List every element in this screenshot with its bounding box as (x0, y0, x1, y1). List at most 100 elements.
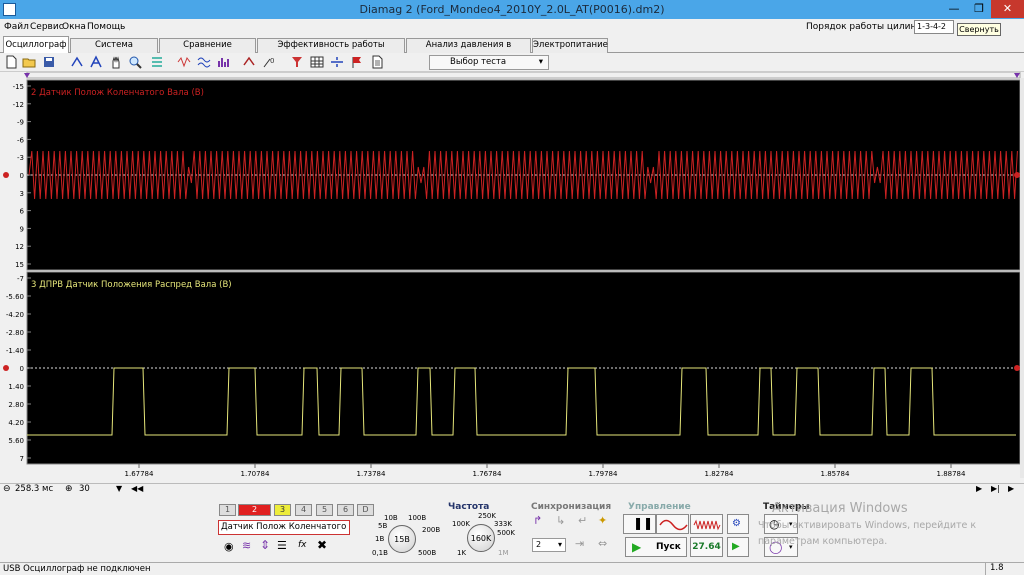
close-icon[interactable]: ✕ (991, 0, 1024, 18)
window-title: Diamag 2 (Ford_Mondeo4_2010Y_2.0L_AT(P00… (359, 3, 665, 16)
test-selector[interactable]: Выбор теста ▾ (429, 55, 549, 70)
activation-watermark-title: Активация Windows (772, 501, 908, 516)
channel-3-button[interactable]: 3 (274, 504, 291, 516)
chevron-down-icon: ▾ (538, 57, 543, 67)
timebase-count[interactable]: 30 (79, 484, 90, 494)
y-tick-label: 3 (20, 190, 24, 198)
menu-help[interactable]: Помощь (87, 22, 125, 32)
x-tick-label: 1.79784 (589, 470, 618, 478)
menu-file[interactable]: Файл (4, 22, 29, 32)
probe-icon[interactable]: ◉ (224, 540, 234, 553)
y-tick-label: -6 (17, 136, 25, 144)
sync-center-icon[interactable]: ⇔ (598, 537, 607, 550)
tab-cylinder-efficiency[interactable]: Эффективность работы цилиндров (257, 38, 405, 63)
lines-icon[interactable]: ☰ (277, 539, 287, 552)
scroll-start-icon[interactable]: ◀◀ (131, 484, 143, 493)
play-icon: ▶ (632, 540, 642, 554)
auto-play-icon: ▶ (732, 541, 740, 552)
knob-label: 1В (375, 535, 385, 543)
table-icon[interactable] (310, 55, 324, 69)
channel-2-button[interactable]: 2 (238, 504, 271, 516)
zoom-in-icon[interactable]: ⊕ (65, 484, 73, 494)
tab-cylinder-pressure[interactable]: Анализ давления в цилиндре (406, 38, 531, 63)
cursors-icon[interactable] (150, 55, 164, 69)
voltage-knob[interactable]: 10В 100В 5В 200В 1В 0,1В 500В 15В (368, 511, 440, 559)
tools-icon[interactable]: ✖ (317, 538, 327, 552)
next-icon[interactable]: ▶ (1008, 484, 1014, 493)
menu-windows[interactable]: Окна (62, 22, 86, 32)
channel-4-button[interactable]: 4 (295, 504, 312, 516)
split-icon[interactable] (330, 55, 344, 69)
tab-oscilloscope[interactable]: Осциллограф (3, 36, 69, 54)
x-tick-label: 1.70784 (241, 470, 270, 478)
report-icon[interactable] (370, 55, 384, 69)
y-tick-label: -12 (13, 101, 24, 109)
noise-icon[interactable]: ≋ (242, 539, 251, 552)
tab-power[interactable]: Электропитание (532, 38, 608, 53)
scroll-right-icon[interactable]: ▶ (976, 484, 982, 493)
sync-auto-icon[interactable]: ✦ (598, 514, 607, 527)
auto-button[interactable]: ▶ (727, 537, 749, 557)
sine-mode-button[interactable] (656, 514, 689, 534)
cursor-trigger-icon[interactable] (70, 55, 84, 69)
test-selector-label: Выбор теста (450, 57, 507, 67)
sync-title: Синхронизация (531, 502, 612, 512)
vertical-scale-icon[interactable]: ⇕ (260, 538, 270, 552)
zoom-out-icon[interactable]: ⊖ (3, 484, 11, 494)
hand-icon[interactable] (109, 55, 123, 69)
measure-icon[interactable] (89, 55, 103, 69)
channel-5-button[interactable]: 5 (316, 504, 333, 516)
channel-1-button[interactable]: 1 (219, 504, 236, 516)
zoom-icon[interactable] (128, 55, 142, 69)
restore-icon[interactable]: ❐ (967, 0, 991, 18)
channel-tools: ◉ ≋ ⇕ ☰ fx ✖ (220, 538, 350, 556)
channel-name-value: Датчик Полож Коленчатого Ва (221, 522, 350, 532)
channel-6-button[interactable]: 6 (337, 504, 354, 516)
gauge-icon: ⚙ (732, 518, 741, 529)
sync-rise-icon[interactable]: ↱ (533, 514, 542, 527)
top-ruler (26, 72, 1021, 79)
knob-dial[interactable]: 15В (388, 525, 416, 553)
marker-icon[interactable] (350, 55, 364, 69)
y-tick-label: -7 (17, 275, 24, 283)
status-bar: USB Осциллограф не подключен 1.8 (0, 562, 1024, 575)
save-icon[interactable] (42, 55, 56, 69)
waveform-icon[interactable] (197, 55, 211, 69)
menu-service[interactable]: Сервис (30, 22, 64, 32)
dense-wave-button[interactable] (690, 514, 723, 534)
y-tick-label: 2.80 (8, 401, 24, 409)
sync-shift-icon[interactable]: ⇥ (575, 537, 584, 550)
y-tick-label: 12 (15, 243, 24, 251)
x-tick-label: 1.82784 (705, 470, 734, 478)
cylinder-order-field[interactable]: 1-3-4-2 (914, 20, 954, 34)
tab-bar: Осциллограф Система зажигания Сравнение … (0, 36, 1024, 63)
start-button[interactable]: ▶ Пуск (625, 537, 687, 557)
minimize-icon[interactable]: — (941, 0, 967, 18)
oscilloscope-view[interactable]: -15 -12 -9 -6 -3 0 3 6 9 12 15 2 Датчик Полож Колен… (0, 72, 1024, 483)
function-icon[interactable]: fx (298, 540, 307, 550)
sync-channel-select[interactable]: 2 ▾ (532, 538, 566, 552)
meter-button[interactable]: ⚙ (727, 514, 749, 534)
channel-name-field[interactable]: Датчик Полож Коленчатого Ва ▸ (218, 520, 350, 535)
title-bar: Diamag 2 (Ford_Mondeo4_2010Y_2.0L_AT(P00… (0, 0, 1024, 19)
channel-select-icon[interactable] (290, 55, 304, 69)
filter-icon[interactable] (177, 55, 191, 69)
timebase-value[interactable]: 258.3 мс (15, 484, 53, 494)
spectrum-icon[interactable] (217, 55, 231, 69)
zero-icon[interactable]: 0 (262, 55, 276, 69)
freq-dial[interactable]: 160K (467, 524, 495, 552)
tab-ignition[interactable]: Система зажигания (70, 38, 158, 63)
tab-cylinder-compare[interactable]: Сравнение цилиндров (159, 38, 256, 63)
y-tick-label: -4.20 (6, 311, 24, 319)
new-file-icon[interactable] (4, 55, 18, 69)
auto-icon[interactable] (242, 55, 256, 69)
sync-fall-icon[interactable]: ↳ (556, 514, 565, 527)
pause-button[interactable]: ❚❚ (623, 514, 656, 534)
dropdown-icon[interactable]: ▼ (116, 484, 122, 493)
sync-edge-icon[interactable]: ↵ (578, 514, 587, 527)
open-folder-icon[interactable] (22, 55, 36, 69)
channel-title: 2 Датчик Полож Коленчатого Вала (В) (31, 88, 204, 98)
scroll-end-icon[interactable]: ▶| (991, 484, 1000, 493)
frequency-knob[interactable]: 250K 100K 333K 500K 1K 1M 160K (450, 510, 520, 560)
timebase-strip: ⊖ 258.3 мс ⊕ 30 ▼ ◀◀ ▶ ▶| ▶ (0, 483, 1024, 494)
